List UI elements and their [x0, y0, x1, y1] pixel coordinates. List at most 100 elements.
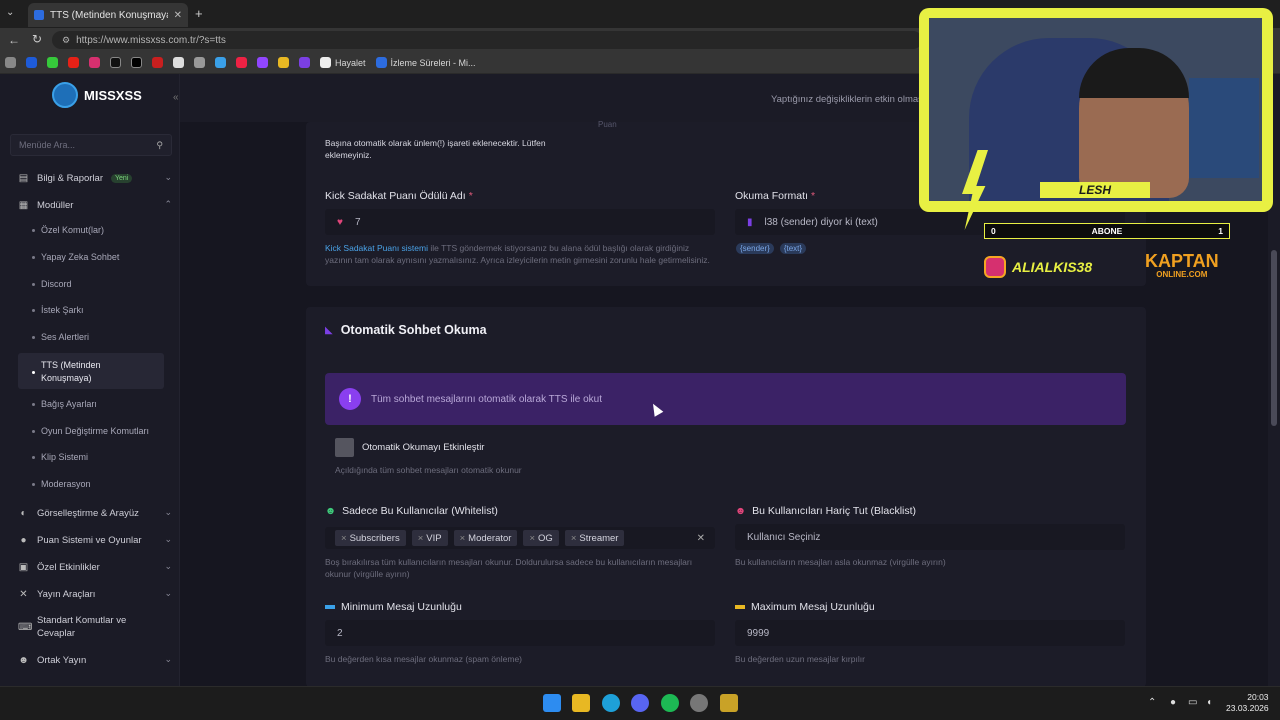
info-icon: ! [339, 388, 361, 410]
youtube-icon[interactable] [63, 52, 84, 74]
instagram-handle: ALIALKIS38 [984, 256, 1092, 278]
whitelist-tag[interactable]: × Moderator [453, 530, 518, 546]
chart-icon: ▤ [18, 172, 29, 184]
tab-close-icon[interactable]: ✕ [174, 10, 182, 21]
whitelist-tag[interactable]: × Streamer [564, 530, 625, 546]
collapse-sidebar-icon[interactable]: « [173, 92, 179, 103]
reward-name-input[interactable]: ♥ 7 [325, 209, 715, 235]
clock-date: 23.03.2026 [1226, 703, 1269, 713]
clear-all-icon[interactable]: ✕ [697, 533, 705, 544]
bookmark-icon[interactable] [273, 52, 294, 74]
sidebar-subitem-moderasyon[interactable]: Moderasyon [32, 475, 168, 493]
min-length-help: Bu değerden kısa mesajlar okunmaz (spam … [325, 654, 523, 664]
variable-chip-sender[interactable]: {sender} [736, 243, 774, 254]
brand-logo[interactable]: MISSXSS [52, 82, 142, 108]
discord-icon[interactable] [631, 694, 649, 712]
mic-icon[interactable]: ● [1170, 697, 1176, 708]
read-format-label: Okuma Formatı * [735, 190, 816, 202]
bookmark-icon[interactable] [294, 52, 315, 74]
back-icon[interactable]: ← [8, 33, 20, 47]
sidebar-item-ozel-etkinlikler[interactable]: ▣ Özel Etkinlikler ⌄ [18, 557, 172, 577]
sidebar-subitem-ses-alertleri[interactable]: Ses Alertleri [32, 328, 168, 346]
system-clock[interactable]: 20:03 23.03.2026 [1226, 692, 1269, 714]
tab-list-chevron-icon[interactable]: ⌄ [6, 7, 14, 18]
sidebar-item-moduller[interactable]: ▦ Modüller ⌃ [18, 195, 172, 215]
bookmark-icon[interactable] [21, 52, 42, 74]
keyboard-icon: ⌨ [18, 621, 33, 633]
reload-icon[interactable]: ↻ [32, 32, 42, 46]
kick-points-link[interactable]: Kick Sadakat Puanı sistemi [325, 243, 428, 253]
address-bar[interactable]: ⚙ https://www.missxss.com.tr/?s=tts [52, 31, 922, 49]
new-tab-icon[interactable]: + [195, 6, 203, 21]
bookmark-izleme[interactable]: İzleme Süreleri - Mi... [371, 52, 481, 74]
user-block-icon: ☻ [735, 505, 747, 517]
x-icon[interactable] [126, 52, 147, 74]
bookmark-hayalet[interactable]: Hayalet [315, 52, 371, 74]
search-placeholder: Menüde Ara... [19, 140, 76, 150]
sidebar-item-bilgi[interactable]: ▤ Bilgi & Raporlar Yeni ⌄ [18, 168, 172, 188]
site-info-icon[interactable]: ⚙ [62, 35, 70, 46]
file-explorer-icon[interactable] [572, 694, 590, 712]
bookmark-apps-icon[interactable] [0, 52, 21, 74]
start-icon[interactable] [543, 694, 561, 712]
whitelist-tag[interactable]: × Subscribers [335, 530, 406, 546]
grid-icon: ▦ [18, 199, 29, 211]
format-variables: {sender} {text} [736, 243, 807, 254]
bookmark-icon[interactable] [147, 52, 168, 74]
blacklist-label: ☻ Bu Kullanıcıları Hariç Tut (Blacklist) [735, 505, 917, 517]
bookmark-icon[interactable] [42, 52, 63, 74]
sidebar-subitem-bagis[interactable]: Bağış Ayarları [32, 395, 168, 413]
blacklist-select[interactable]: Kullanıcı Seçiniz [735, 524, 1125, 550]
max-length-help: Bu değerden uzun mesajlar kırpılır [735, 654, 865, 664]
sidebar-subitem-discord[interactable]: Discord [32, 275, 168, 293]
instagram-icon[interactable] [84, 52, 105, 74]
sidebar-item-yayin-araclari[interactable]: ✕ Yayın Araçları ⌄ [18, 584, 172, 604]
tray-chevron-icon[interactable]: ⌃ [1148, 697, 1156, 708]
sidebar-subitem-istek-sarki[interactable]: İstek Şarkı [32, 301, 168, 319]
whitelist-tag[interactable]: × OG [523, 530, 559, 546]
coin-icon: ● [20, 534, 27, 546]
edge-icon[interactable] [602, 694, 620, 712]
bookmark-icon[interactable] [210, 52, 231, 74]
auto-read-info-banner: ! Tüm sohbet mesajlarını otomatik olarak… [325, 373, 1126, 425]
sidebar-subitem-yapay-zeka[interactable]: Yapay Zeka Sohbet [32, 248, 168, 266]
users-icon: ☻ [18, 654, 29, 666]
logo-mascot-icon [52, 82, 78, 108]
command-warning-text: Başına otomatik olarak ünlem(!) işareti … [325, 138, 546, 160]
sub-goal-label: ABONE [1091, 226, 1123, 236]
spotify-icon[interactable] [661, 694, 679, 712]
max-length-input[interactable]: 9999 [735, 620, 1125, 646]
bookmark-icon[interactable] [168, 52, 189, 74]
sidebar-item-gorsellestirme[interactable]: ◐ Görselleştirme & Arayüz ⌄ [18, 503, 172, 523]
sidebar-subitem-ozel-komut[interactable]: Özel Komut(lar) [32, 221, 168, 239]
tiktok-icon[interactable] [105, 52, 126, 74]
twitch-icon[interactable] [252, 52, 273, 74]
min-length-input[interactable]: 2 [325, 620, 715, 646]
search-icon[interactable]: ⚲ [156, 140, 163, 151]
tools-icon: ✕ [19, 588, 28, 600]
whitelist-tag[interactable]: × VIP [411, 530, 448, 546]
obs-icon[interactable] [690, 694, 708, 712]
sidebar-subitem-oyun-degistirme[interactable]: Oyun Değiştirme Komutları [32, 422, 168, 440]
reward-help-text: Kick Sadakat Puanı sistemi ile TTS gönde… [325, 243, 710, 265]
sidebar-item-ortak-yayin[interactable]: ☻ Ortak Yayın ⌄ [18, 650, 172, 670]
chevron-down-icon: ⌄ [164, 507, 172, 517]
whitelist-input[interactable]: × Subscribers × VIP × Moderator × OG × Stream… [325, 527, 715, 549]
sidebar-subitem-klip[interactable]: Klip Sistemi [32, 448, 168, 466]
checkbox[interactable] [335, 438, 354, 457]
bookmark-icon[interactable] [189, 52, 210, 74]
league-icon[interactable] [720, 694, 738, 712]
volume-icon[interactable]: ◖ [1206, 697, 1212, 708]
sidebar-item-standart-komutlar[interactable]: ⌨ Standart Komutlar ve Cevaplar [18, 612, 172, 642]
auto-read-toggle[interactable]: Otomatik Okumayı Etkinleştir [335, 438, 484, 457]
chevron-down-icon: ⌄ [164, 172, 172, 182]
variable-chip-text[interactable]: {text} [779, 243, 807, 254]
sidebar-item-puan[interactable]: ● Puan Sistemi ve Oyunlar ⌄ [18, 530, 172, 550]
auto-read-title: ◣ Otomatik Sohbet Okuma [325, 323, 487, 337]
bookmark-icon[interactable] [231, 52, 252, 74]
network-icon[interactable]: ▭ [1188, 697, 1197, 708]
browser-tab[interactable]: TTS (Metinden Konuşmaya) - Mi... ✕ [28, 3, 188, 27]
menu-search-input[interactable]: Menüde Ara... ⚲ [10, 134, 172, 156]
sub-goal-target: 1 [1218, 226, 1223, 236]
sidebar-subitem-tts[interactable]: TTS (Metinden Konuşmaya) [32, 357, 152, 387]
